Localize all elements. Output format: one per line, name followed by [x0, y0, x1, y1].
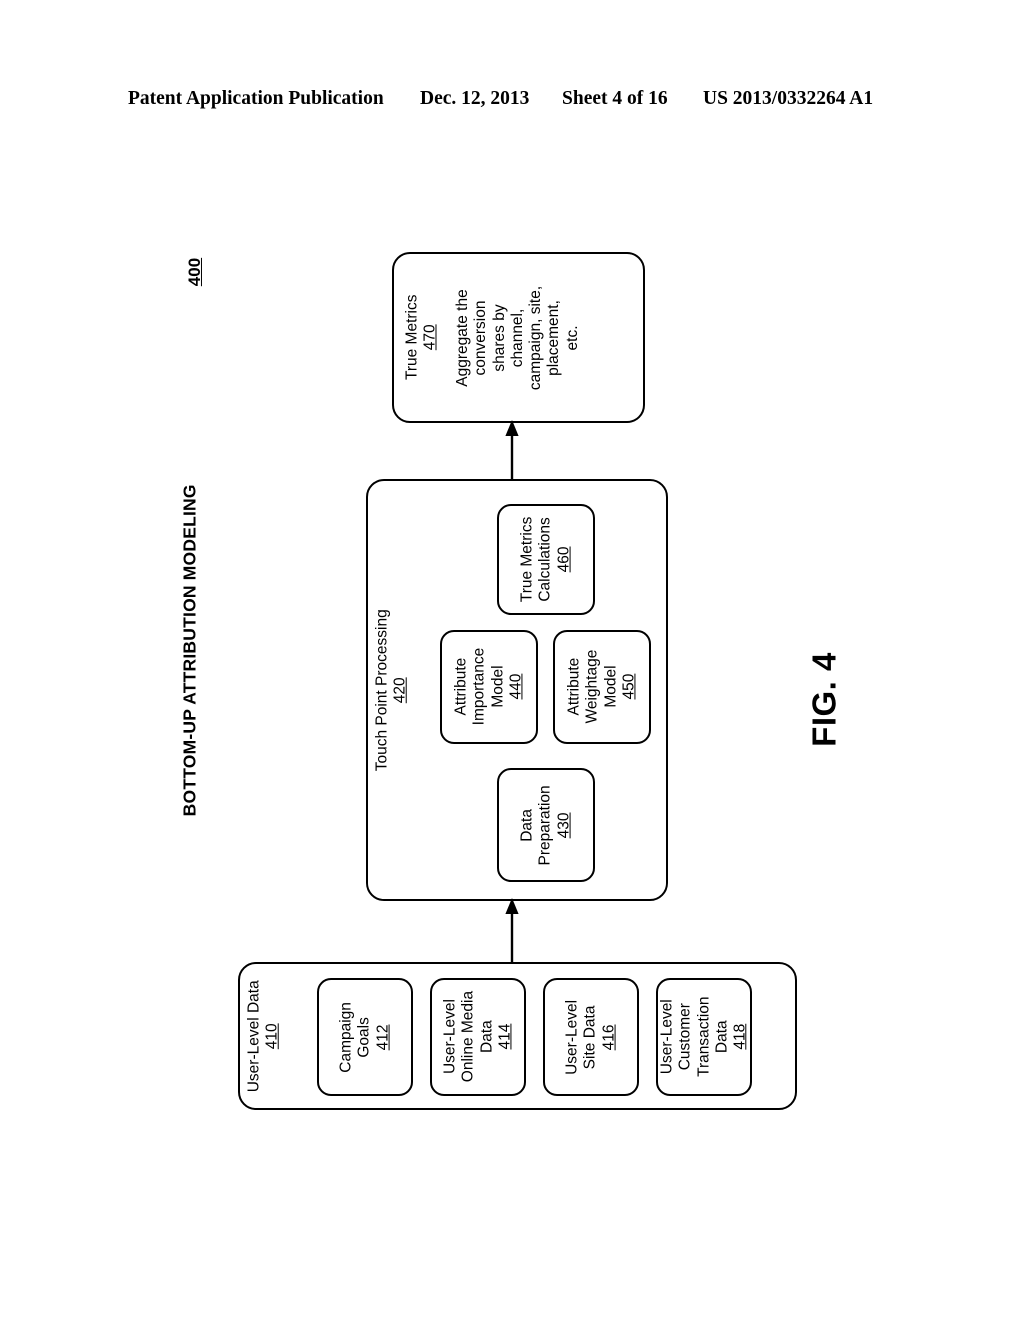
arrow-touchpoint-to-true-metrics	[505, 420, 519, 482]
node-attribute-importance-model-title-text: Attribute Importance Model	[452, 648, 506, 726]
node-customer-transaction-data-label: User-Level Customer Transaction Data 418	[656, 978, 752, 1096]
node-attribute-importance-model-ref: 440	[507, 674, 525, 700]
patent-header: Patent Application Publication Dec. 12, …	[0, 88, 1024, 116]
node-user-level-data-title-text: User-Level Data	[245, 980, 263, 1092]
node-customer-transaction-data-title-text: User-Level Customer Transaction Data	[658, 996, 731, 1078]
figure-number-text: FIG. 4	[805, 652, 843, 747]
header-date-text: Dec. 12, 2013	[420, 88, 530, 109]
node-true-metrics-body: Aggregate the conversion shares by chann…	[454, 252, 581, 423]
node-attribute-weightage-model-title-text: Attribute Weightage Model	[565, 650, 619, 724]
node-online-media-data-label: User-Level Online Media Data 414	[430, 978, 526, 1096]
node-true-metrics-title-text: True Metrics	[403, 294, 421, 381]
node-true-metrics-ref: 470	[422, 324, 440, 351]
node-site-data-title-text: User-Level Site Data	[563, 999, 599, 1075]
node-true-metrics-calculations-label: True Metrics Calculations 460	[497, 504, 595, 615]
node-campaign-goals-title-text: Campaign Goals	[337, 1001, 373, 1073]
node-online-media-data-ref: 414	[496, 1024, 514, 1050]
node-true-metrics-body-text: Aggregate the conversion shares by chann…	[454, 285, 581, 390]
node-attribute-weightage-model-ref: 450	[620, 674, 638, 700]
header-publication-number: US 2013/0332264 A1	[703, 88, 874, 109]
node-customer-transaction-data-ref: 418	[731, 1024, 749, 1050]
node-user-level-data-ref: 410	[264, 1023, 281, 1049]
node-touch-point-processing-ref: 420	[392, 677, 410, 703]
node-site-data-label: User-Level Site Data 416	[543, 978, 639, 1096]
node-true-metrics-calculations-ref: 460	[555, 546, 573, 573]
node-data-preparation-ref: 430	[555, 812, 573, 838]
header-publication-text: Patent Application Publication	[128, 88, 384, 109]
node-true-metrics-title: True Metrics 470	[392, 252, 452, 423]
node-touch-point-processing-title-text: Touch Point Processing	[373, 609, 391, 771]
arrow-user-level-data-to-touch-point	[505, 898, 519, 964]
figure-title-text: BOTTOM-UP ATTRIBUTION MODELING	[179, 484, 200, 817]
figure-title: BOTTOM-UP ATTRIBUTION MODELING	[0, 484, 380, 816]
header-sheet-text: Sheet 4 of 16	[562, 88, 668, 109]
diagram-reference-numeral-text: 400	[184, 257, 204, 287]
node-user-level-data-title: User-Level Data 410	[238, 962, 290, 1110]
node-data-preparation-title-text: Data Preparation	[518, 784, 554, 866]
node-site-data-ref: 416	[600, 1024, 618, 1050]
node-attribute-importance-model-label: Attribute Importance Model 440	[440, 630, 538, 744]
node-campaign-goals-ref: 412	[374, 1024, 392, 1050]
node-attribute-weightage-model-label: Attribute Weightage Model 450	[553, 630, 651, 744]
figure-number: FIG. 4	[700, 652, 950, 747]
node-online-media-data-title-text: User-Level Online Media Data	[441, 991, 495, 1083]
node-true-metrics-calculations-title-text: True Metrics Calculations	[518, 516, 554, 603]
node-touch-point-processing-title: Touch Point Processing 420	[366, 479, 418, 901]
diagram-reference-numeral: 400	[120, 258, 270, 286]
node-campaign-goals-label: Campaign Goals 412	[317, 978, 413, 1096]
node-data-preparation-label: Data Preparation 430	[497, 768, 595, 882]
